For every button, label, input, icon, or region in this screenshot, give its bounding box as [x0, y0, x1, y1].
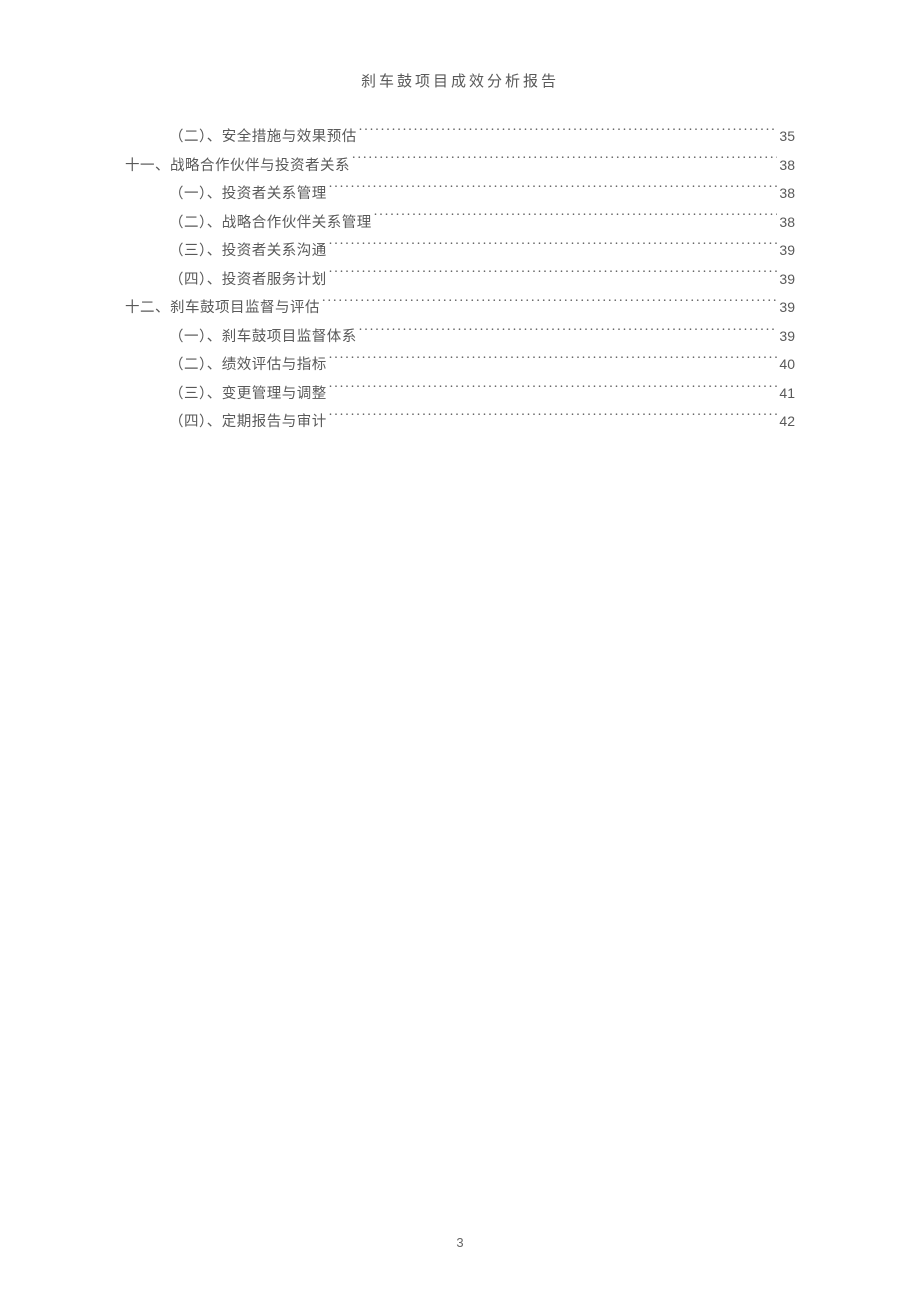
toc-leader-dots [329, 266, 778, 283]
toc-entry-page: 39 [779, 266, 795, 293]
toc-leader-dots [322, 295, 777, 312]
toc-entry-page: 38 [779, 209, 795, 236]
toc-entry-label: （二）、安全措施与效果预估 [169, 124, 357, 152]
toc-entry-label: （二）、绩效评估与指标 [169, 352, 327, 380]
toc-entry-page: 35 [779, 123, 795, 150]
table-of-contents: （二）、安全措施与效果预估 35 十一、战略合作伙伴与投资者关系 38 （一）、… [125, 123, 795, 437]
toc-entry-label: （三）、投资者关系沟通 [169, 238, 327, 266]
toc-entry: （三）、投资者关系沟通 39 [125, 237, 795, 266]
toc-leader-dots [329, 181, 778, 198]
toc-entry: 十一、战略合作伙伴与投资者关系 38 [125, 152, 795, 181]
toc-entry-label: （四）、定期报告与审计 [169, 409, 327, 437]
toc-entry: 十二、刹车鼓项目监督与评估 39 [125, 294, 795, 323]
toc-entry: （二）、安全措施与效果预估 35 [125, 123, 795, 152]
toc-entry: （一）、刹车鼓项目监督体系 39 [125, 323, 795, 352]
page-header-title: 刹车鼓项目成效分析报告 [125, 70, 795, 91]
toc-entry-page: 39 [779, 323, 795, 350]
toc-entry: （四）、定期报告与审计 42 [125, 408, 795, 437]
toc-entry-page: 39 [779, 294, 795, 321]
toc-entry-page: 42 [779, 408, 795, 435]
toc-leader-dots [374, 209, 778, 226]
toc-leader-dots [359, 323, 778, 340]
toc-leader-dots [352, 152, 777, 169]
toc-entry-label: 十二、刹车鼓项目监督与评估 [125, 295, 320, 323]
toc-entry-page: 38 [779, 152, 795, 179]
document-page: 刹车鼓项目成效分析报告 （二）、安全措施与效果预估 35 十一、战略合作伙伴与投… [0, 0, 920, 1302]
toc-leader-dots [329, 381, 778, 398]
toc-leader-dots [329, 409, 778, 426]
toc-leader-dots [329, 238, 778, 255]
toc-entry-page: 40 [779, 351, 795, 378]
toc-entry-page: 39 [779, 237, 795, 264]
toc-entry: （一）、投资者关系管理 38 [125, 180, 795, 209]
toc-leader-dots [359, 124, 778, 141]
toc-leader-dots [329, 352, 778, 369]
toc-entry: （二）、绩效评估与指标 40 [125, 351, 795, 380]
toc-entry-page: 41 [779, 380, 795, 407]
toc-entry-label: 十一、战略合作伙伴与投资者关系 [125, 153, 350, 181]
toc-entry: （二）、战略合作伙伴关系管理 38 [125, 209, 795, 238]
toc-entry: （三）、变更管理与调整 41 [125, 380, 795, 409]
toc-entry-label: （二）、战略合作伙伴关系管理 [169, 210, 372, 238]
toc-entry-label: （四）、投资者服务计划 [169, 267, 327, 295]
toc-entry-label: （一）、刹车鼓项目监督体系 [169, 324, 357, 352]
toc-entry: （四）、投资者服务计划 39 [125, 266, 795, 295]
toc-entry-page: 38 [779, 180, 795, 207]
page-number: 3 [0, 1235, 920, 1250]
toc-entry-label: （三）、变更管理与调整 [169, 381, 327, 409]
toc-entry-label: （一）、投资者关系管理 [169, 181, 327, 209]
